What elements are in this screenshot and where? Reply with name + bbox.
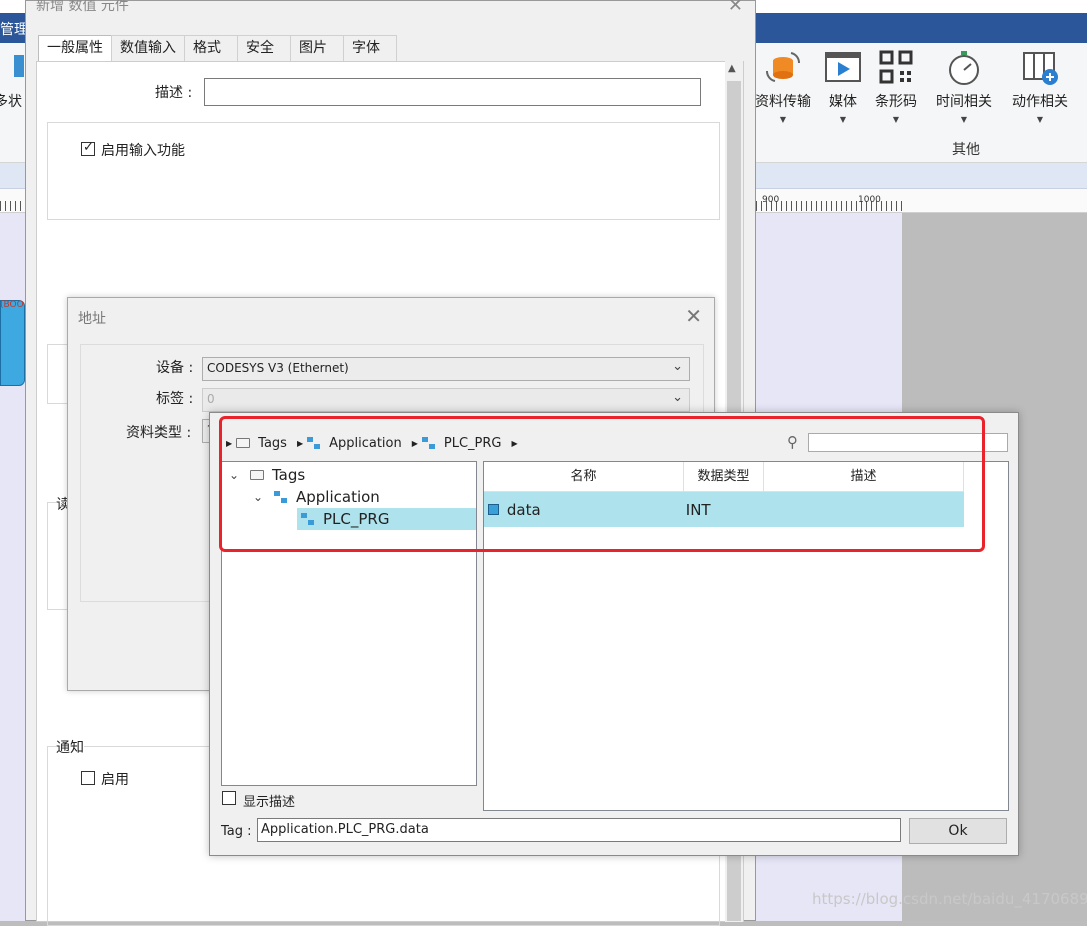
tab-picture[interactable]: 图片 [290,35,344,61]
tab-general[interactable]: 一般属性 [38,35,112,62]
tag-select-value: 0 [207,392,215,406]
highlight-box [219,416,985,552]
ribbon-media-button[interactable]: 媒体 ▼ [822,47,864,124]
ruler-label: 1000 [858,195,881,205]
ribbon-label: 时间相关 [936,94,992,110]
tab-security[interactable]: 安全 [237,35,291,61]
notify-enable-checkbox[interactable] [81,771,95,785]
dialog-title: 地址 [78,311,106,327]
ruler-ticks [0,201,26,211]
notify-enable-label: 启用 [101,772,129,788]
tab-font[interactable]: 字体 [343,35,397,61]
chevron-down-icon: ⌄ [672,359,683,374]
tag-select: 0 ⌄ [202,388,690,412]
canvas-widget-label: (BOO [0,300,24,310]
ruler-label: 900 [762,195,780,205]
media-icon [825,52,861,82]
description-label: 描述 : [155,85,193,101]
ribbon-label: 媒体 [829,94,857,110]
ok-button[interactable]: Ok [909,818,1007,844]
close-icon[interactable]: ✕ [728,0,743,16]
chevron-down-icon: ▼ [839,115,847,124]
datatype-label: 资料类型 : [126,425,192,441]
enable-input-checkbox[interactable] [81,140,95,156]
show-description-label: 显示描述 [243,795,296,810]
ribbon-timer-button[interactable]: 时间相关 ▼ [932,47,996,124]
chevron-down-icon: ▼ [960,115,968,124]
timer-icon [949,51,979,85]
device-select-value: CODESYS V3 (Ethernet) [207,361,349,375]
multistate-icon [14,55,24,77]
notify-label: 通知 [56,737,84,757]
enable-input-label: 启用输入功能 [101,143,185,159]
input-groupbox: 启用输入功能 [47,122,720,220]
action-icon [1023,52,1058,85]
menu-manage[interactable]: 管理 [0,19,28,39]
ribbon-label: 资料传输 [755,94,811,110]
tag-label: 标签 : [156,391,194,407]
ribbon-barcode-button[interactable]: 条形码 ▼ [870,47,922,124]
chevron-down-icon: ⌄ [672,390,683,405]
tab-format[interactable]: 格式 [184,35,238,61]
ribbon-action-button[interactable]: 动作相关 ▼ [1007,47,1073,124]
chevron-down-icon: ▼ [779,115,787,124]
tag-field-input[interactable]: Application.PLC_PRG.data [257,818,901,842]
tag-field-label: Tag : [221,824,252,839]
ribbon-group-caption: 其他 [952,142,980,158]
chevron-down-icon: ▼ [892,115,900,124]
tab-numeric-input[interactable]: 数值输入 [111,35,185,61]
scroll-up-icon[interactable]: ▲ [728,63,736,74]
data-transfer-icon [765,52,801,82]
tab-strip: 一般属性 数值输入 格式 安全 图片 字体 [38,35,397,62]
description-input[interactable] [204,78,701,106]
ribbon-data-transfer-button[interactable]: 资料传输 ▼ [752,47,814,124]
device-label: 设备 : [156,360,194,376]
canvas-widget[interactable] [0,300,25,386]
barcode-icon [879,50,913,84]
watermark: https://blog.csdn.net/baidu_41706898 [812,890,1087,908]
ribbon-label: 多状 [0,94,22,110]
close-icon[interactable]: ✕ [685,304,702,328]
device-select[interactable]: CODESYS V3 (Ethernet) ⌄ [202,357,690,381]
ribbon-label: 条形码 [875,94,917,110]
ribbon-multistate-button[interactable]: 多状 [0,47,28,111]
chevron-down-icon: ▼ [1036,115,1044,124]
ribbon-label: 动作相关 [1012,94,1068,110]
show-description-checkbox[interactable] [222,791,236,805]
dialog-title: 新增 数值 元件 [36,0,129,14]
